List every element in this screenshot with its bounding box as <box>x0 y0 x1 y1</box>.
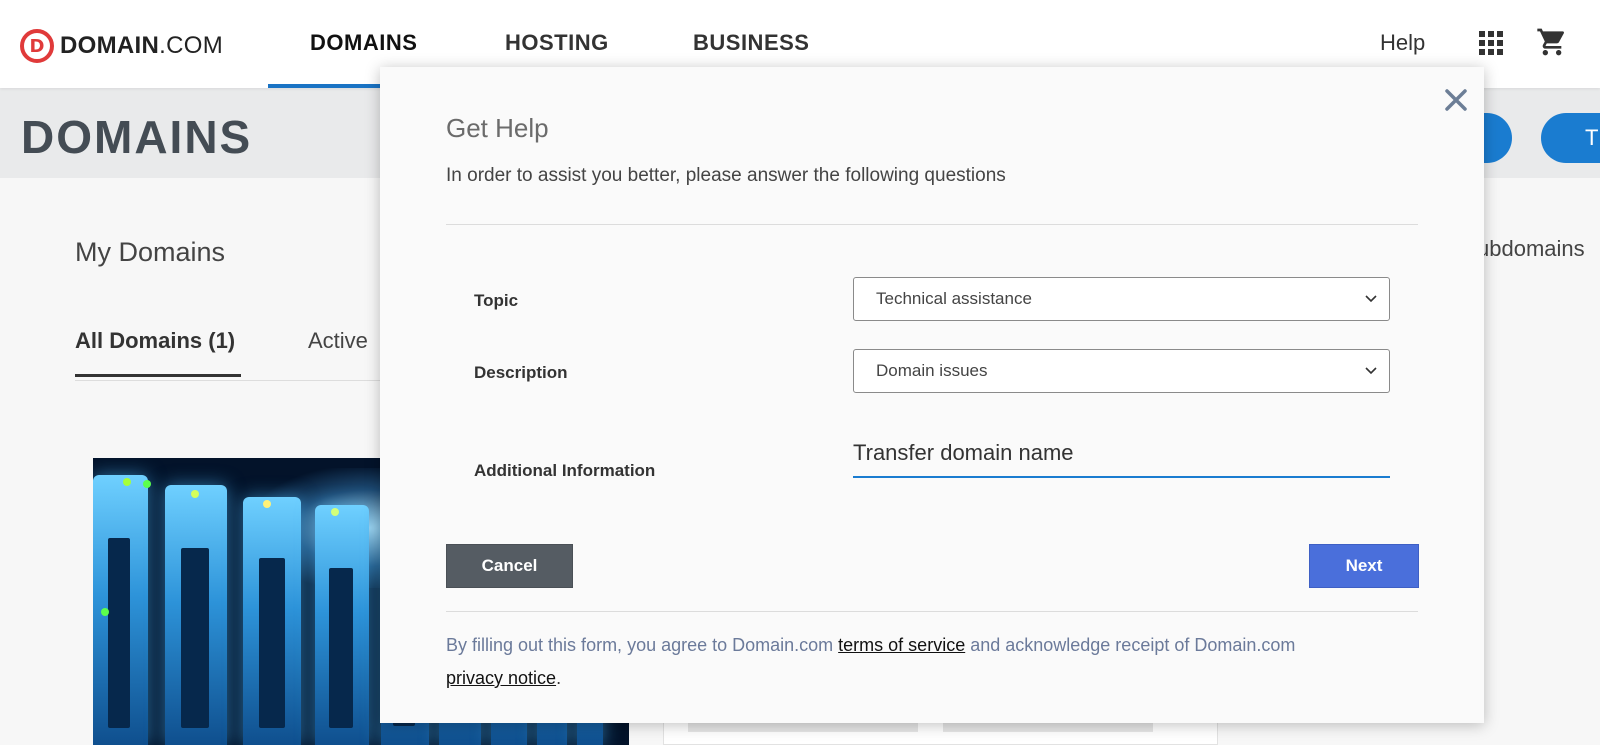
description-select[interactable]: Domain issues <box>853 349 1390 393</box>
nav-domains[interactable]: DOMAINS <box>310 30 417 56</box>
help-link[interactable]: Help <box>1380 30 1425 56</box>
next-button[interactable]: Next <box>1309 544 1419 588</box>
nav-business[interactable]: BUSINESS <box>693 30 809 56</box>
dialog-divider <box>446 224 1418 225</box>
terms-prefix: By filling out this form, you agree to D… <box>446 635 839 655</box>
brand-logo[interactable]: D DOMAIN.COM <box>20 29 223 63</box>
tabs-divider <box>75 380 385 381</box>
logo-name-bold: DOMAIN <box>60 32 160 59</box>
nav-hosting[interactable]: HOSTING <box>505 30 609 56</box>
background-placeholder <box>688 722 918 732</box>
tab-active-underline <box>75 374 241 377</box>
chevron-down-icon <box>1365 295 1377 303</box>
privacy-notice-link[interactable]: privacy notice <box>446 668 556 688</box>
background-placeholder <box>943 722 1153 732</box>
nav-active-indicator <box>268 84 380 88</box>
description-select-value: Domain issues <box>876 361 988 380</box>
terms-suffix: . <box>556 668 562 688</box>
terms-of-service-link[interactable]: terms of service <box>838 635 965 655</box>
subdomains-label: ubdomains <box>1477 236 1585 261</box>
header-action-button-secondary[interactable]: T <box>1541 113 1600 163</box>
close-icon[interactable] <box>1441 85 1471 115</box>
dialog-subtitle: In order to assist you better, please an… <box>446 165 1006 186</box>
apps-grid-icon[interactable] <box>1479 31 1503 55</box>
shopping-cart-icon[interactable] <box>1536 26 1568 58</box>
additional-info-label: Additional Information <box>474 461 656 480</box>
tab-active-domains[interactable]: Active <box>308 328 368 354</box>
logo-mark-icon: D <box>20 29 54 63</box>
description-label: Description <box>474 363 568 382</box>
page-title: DOMAINS <box>21 111 253 163</box>
topic-select-value: Technical assistance <box>876 289 1032 308</box>
terms-middle: and acknowledge receipt of Domain.com <box>965 635 1296 655</box>
topic-label: Topic <box>474 291 519 310</box>
section-title: My Domains <box>75 237 226 267</box>
tab-all-domains[interactable]: All Domains (1) <box>75 328 235 354</box>
topic-select[interactable]: Technical assistance <box>853 277 1390 321</box>
footer-divider <box>446 611 1418 612</box>
cancel-button[interactable]: Cancel <box>446 544 573 588</box>
get-help-dialog: Get Help In order to assist you better, … <box>380 67 1484 723</box>
terms-notice: By filling out this form, you agree to D… <box>446 629 1426 695</box>
dialog-title: Get Help <box>446 113 549 143</box>
logo-text: DOMAIN.COM <box>60 32 223 60</box>
additional-info-input[interactable]: Transfer domain name <box>853 434 1390 478</box>
chevron-down-icon <box>1365 367 1377 375</box>
logo-name-light: .COM <box>159 32 223 59</box>
